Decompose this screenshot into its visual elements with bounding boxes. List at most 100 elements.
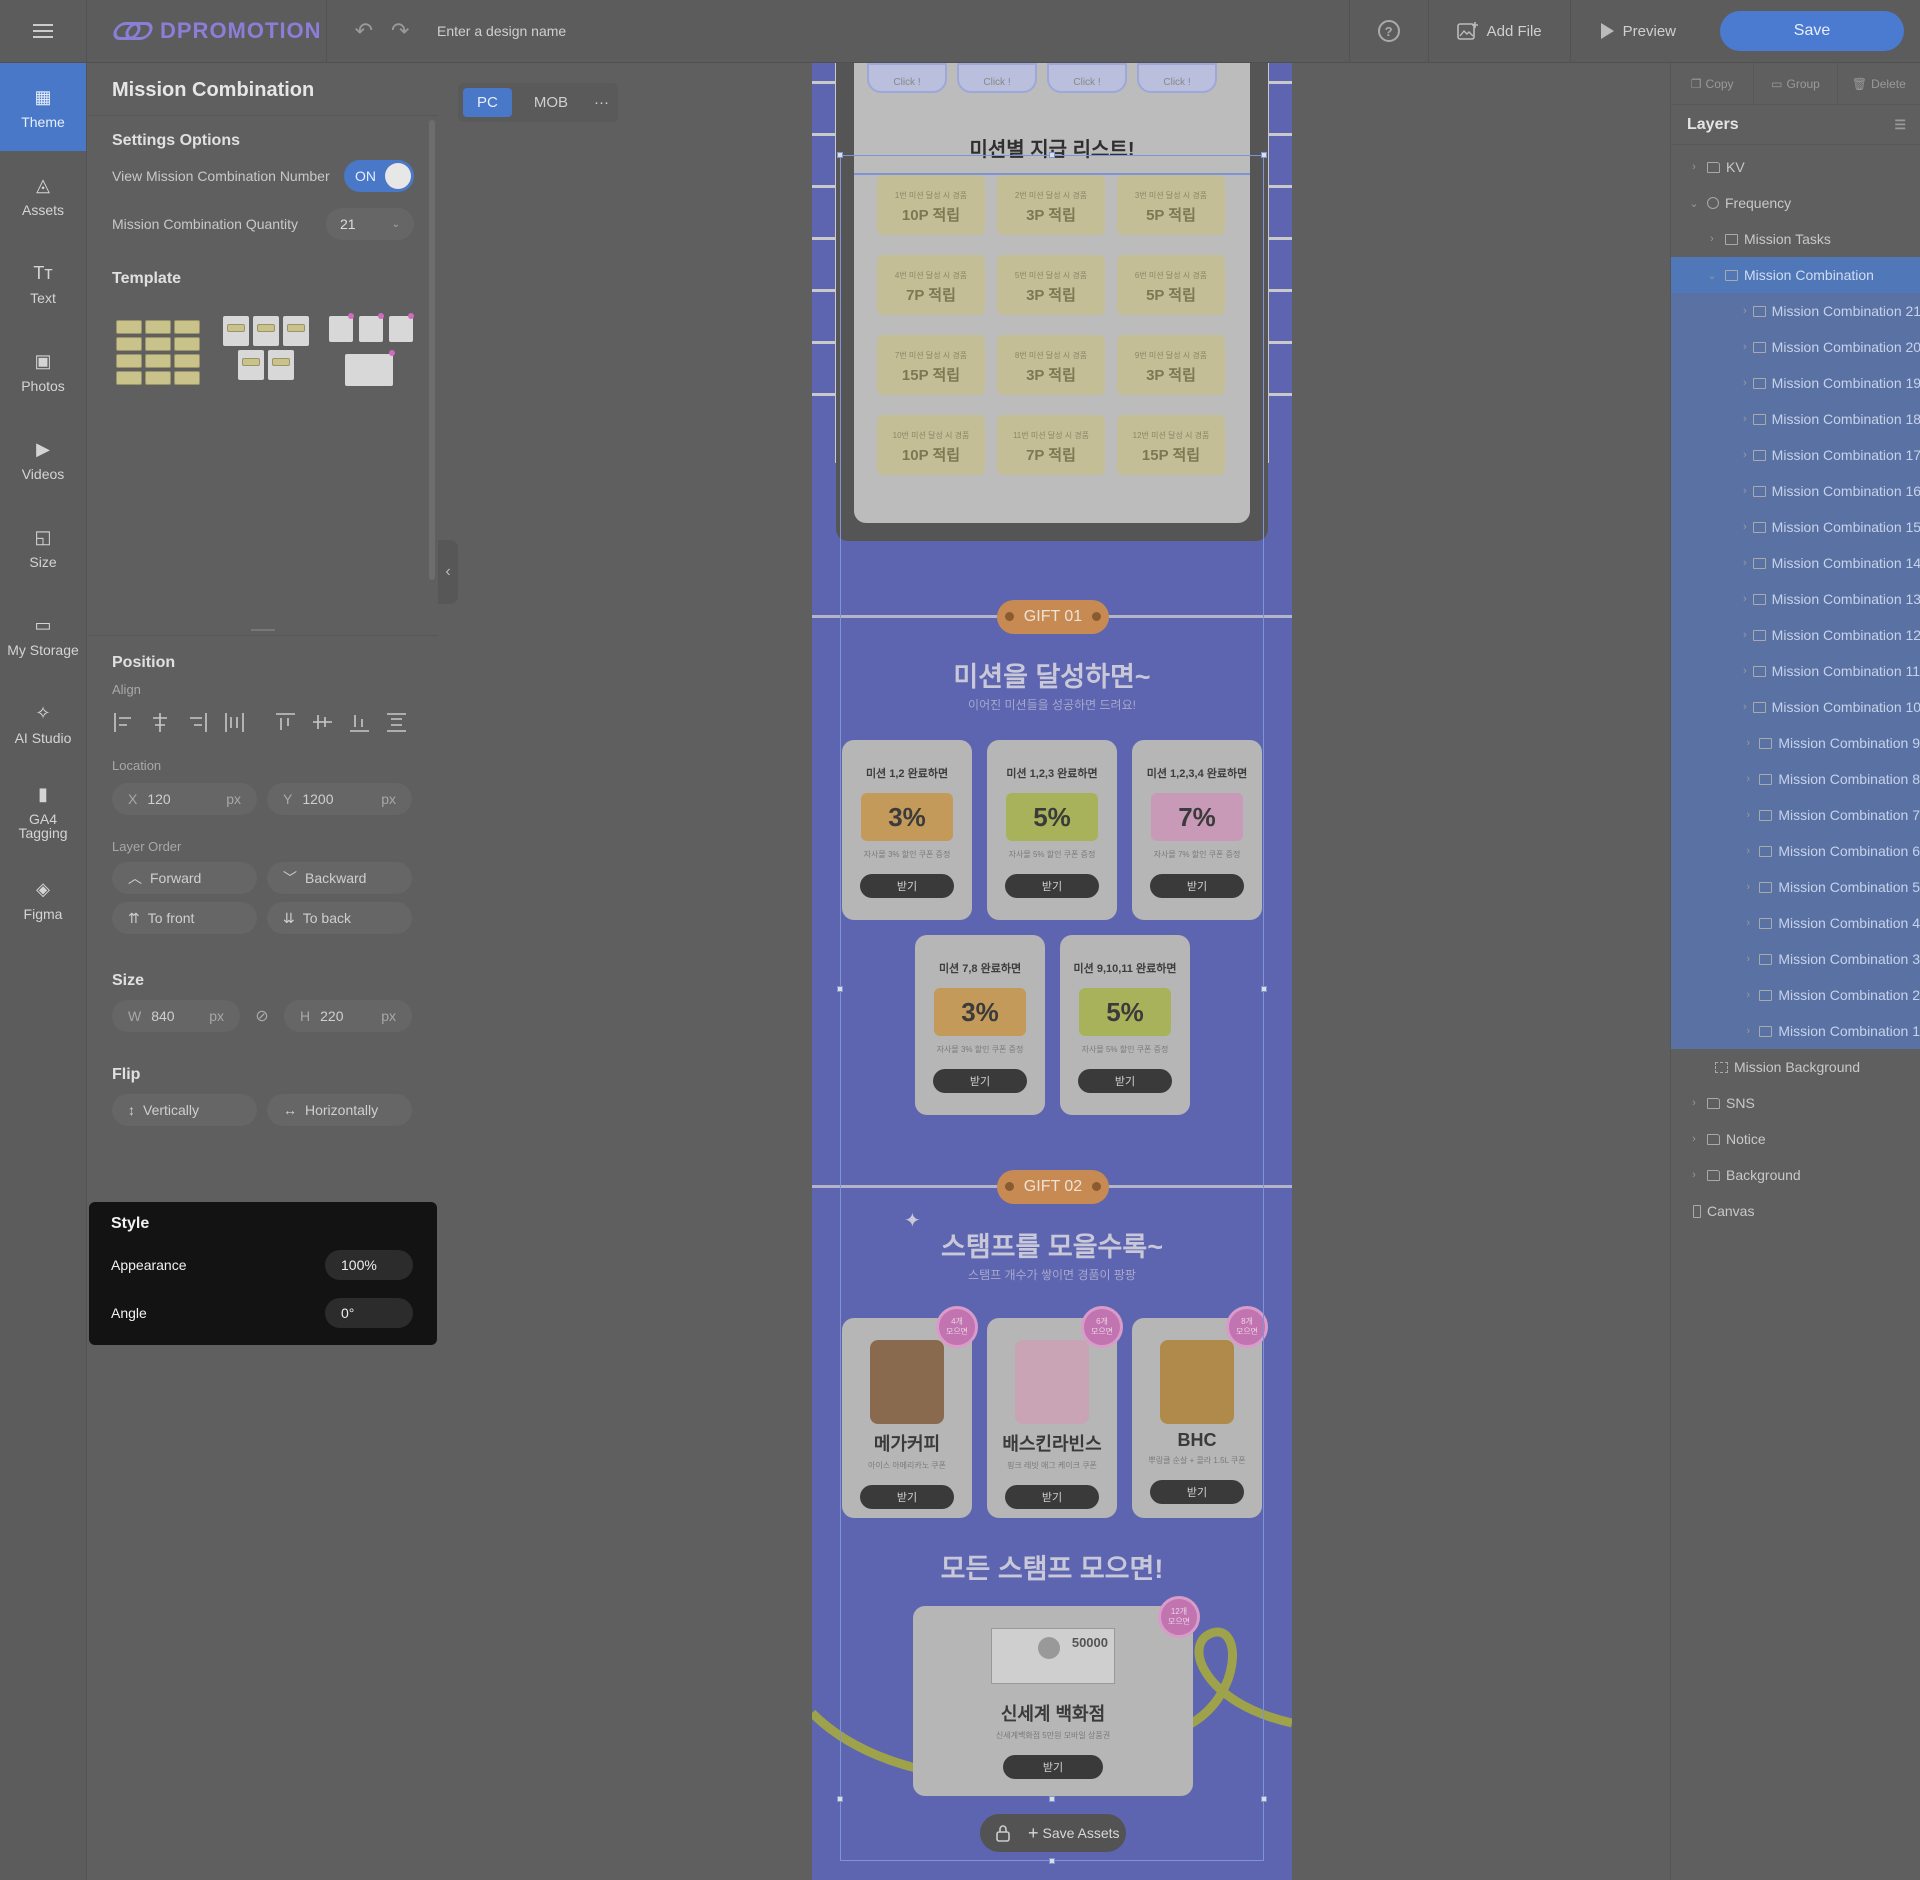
chevron-icon[interactable]: ⌄ bbox=[1705, 269, 1719, 282]
nav-text[interactable]: Tт Text bbox=[0, 239, 86, 327]
chevron-icon[interactable]: › bbox=[1743, 953, 1753, 965]
to-front-button[interactable]: ⇈ To front bbox=[112, 902, 257, 934]
preview-button[interactable]: Preview bbox=[1569, 0, 1704, 63]
selection-handle[interactable] bbox=[837, 1796, 843, 1802]
selection-handle[interactable] bbox=[1049, 1796, 1055, 1802]
save-assets-button[interactable]: + Save Assets bbox=[980, 1814, 1126, 1852]
quantity-select[interactable]: 21 ⌄ bbox=[326, 208, 414, 240]
chevron-icon[interactable]: › bbox=[1705, 233, 1719, 245]
align-bottom-icon[interactable] bbox=[348, 711, 371, 734]
undo-icon[interactable]: ↶ bbox=[355, 18, 373, 44]
chevron-icon[interactable]: › bbox=[1743, 521, 1747, 533]
chevron-icon[interactable]: › bbox=[1743, 845, 1753, 857]
layer-item[interactable]: › Background bbox=[1671, 1157, 1920, 1193]
layer-item[interactable]: › Mission Combination 19 bbox=[1671, 365, 1920, 401]
layer-item[interactable]: › Mission Combination 20 bbox=[1671, 329, 1920, 365]
selection-handle[interactable] bbox=[837, 986, 843, 992]
chevron-icon[interactable]: › bbox=[1743, 593, 1747, 605]
selection-handle[interactable] bbox=[1261, 1796, 1267, 1802]
template-prize-thumbnail[interactable] bbox=[325, 306, 415, 398]
view-number-toggle[interactable]: ON bbox=[344, 160, 414, 192]
layer-item[interactable]: › Mission Combination 11 bbox=[1671, 653, 1920, 689]
layer-item[interactable]: ⌄ Frequency bbox=[1671, 185, 1920, 221]
chevron-icon[interactable]: › bbox=[1687, 1133, 1701, 1145]
x-input[interactable]: X 120 px bbox=[112, 783, 257, 815]
layer-item[interactable]: › Mission Combination 10 bbox=[1671, 689, 1920, 725]
nav-size[interactable]: ◱ Size bbox=[0, 503, 86, 591]
chevron-icon[interactable]: › bbox=[1687, 1169, 1701, 1181]
layer-item[interactable]: › Mission Combination 15 bbox=[1671, 509, 1920, 545]
chevron-icon[interactable]: › bbox=[1743, 917, 1753, 929]
height-input[interactable]: H 220 px bbox=[284, 1000, 412, 1032]
unlink-icon[interactable]: ⊘ bbox=[250, 1006, 274, 1026]
nav-photos[interactable]: ▣ Photos bbox=[0, 327, 86, 415]
chevron-icon[interactable]: › bbox=[1743, 557, 1747, 569]
layer-item[interactable]: › Mission Combination 1 bbox=[1671, 1013, 1920, 1049]
design-page[interactable]: Click ! Click ! Click ! Click ! 미션별 지급 리스트!… bbox=[812, 63, 1292, 1880]
nav-videos[interactable]: ▶ Videos bbox=[0, 415, 86, 503]
chevron-icon[interactable]: › bbox=[1743, 485, 1747, 497]
chevron-icon[interactable]: › bbox=[1743, 1025, 1753, 1037]
layer-item[interactable]: › Mission Combination 2 bbox=[1671, 977, 1920, 1013]
layer-item[interactable]: › Mission Combination 4 bbox=[1671, 905, 1920, 941]
chevron-icon[interactable]: › bbox=[1743, 449, 1747, 461]
layer-item[interactable]: › Mission Combination 3 bbox=[1671, 941, 1920, 977]
layer-item[interactable]: › Mission Combination 14 bbox=[1671, 545, 1920, 581]
align-center-h-icon[interactable] bbox=[149, 711, 172, 734]
align-top-icon[interactable] bbox=[274, 711, 297, 734]
chevron-icon[interactable]: › bbox=[1687, 1097, 1701, 1109]
chevron-icon[interactable]: › bbox=[1743, 377, 1747, 389]
redo-icon[interactable]: ↷ bbox=[391, 18, 409, 44]
appearance-input[interactable]: 100% bbox=[325, 1250, 413, 1280]
layer-item[interactable]: Mission Background bbox=[1671, 1049, 1920, 1085]
layer-item[interactable]: › Notice bbox=[1671, 1121, 1920, 1157]
group-button[interactable]: ▭ Group bbox=[1754, 62, 1838, 105]
flip-vertical-button[interactable]: ↕ Vertically bbox=[112, 1094, 257, 1126]
layer-item[interactable]: › Mission Combination 17 bbox=[1671, 437, 1920, 473]
align-center-v-icon[interactable] bbox=[311, 711, 334, 734]
help-button[interactable]: ? bbox=[1348, 0, 1428, 63]
layer-item[interactable]: › Mission Combination 8 bbox=[1671, 761, 1920, 797]
layer-item[interactable]: › Mission Combination 18 bbox=[1671, 401, 1920, 437]
layer-item[interactable]: ⌄ Mission Combination bbox=[1671, 257, 1920, 293]
delete-button[interactable]: 🗑 Delete bbox=[1838, 63, 1920, 105]
backward-button[interactable]: ﹀ Backward bbox=[267, 862, 412, 894]
selection-handle[interactable] bbox=[1049, 1858, 1055, 1864]
nav-assets[interactable]: ◬ Assets bbox=[0, 151, 86, 239]
selection-handle[interactable] bbox=[837, 152, 843, 158]
panel-scrollbar[interactable] bbox=[429, 120, 435, 580]
template-grid-thumbnail[interactable] bbox=[112, 306, 201, 398]
chevron-icon[interactable]: › bbox=[1743, 881, 1753, 893]
layer-item[interactable]: › Mission Combination 13 bbox=[1671, 581, 1920, 617]
width-input[interactable]: W 840 px bbox=[112, 1000, 240, 1032]
y-input[interactable]: Y 1200 px bbox=[267, 783, 412, 815]
template-coupon-thumbnail[interactable] bbox=[219, 306, 309, 398]
add-file-button[interactable]: Add File bbox=[1427, 0, 1570, 63]
chevron-icon[interactable]: › bbox=[1743, 809, 1753, 821]
chevron-icon[interactable]: › bbox=[1743, 305, 1747, 317]
chevron-icon[interactable]: › bbox=[1743, 737, 1753, 749]
layer-item[interactable]: › Mission Combination 12 bbox=[1671, 617, 1920, 653]
selection-handle[interactable] bbox=[1261, 986, 1267, 992]
layer-item[interactable]: › Mission Combination 5 bbox=[1671, 869, 1920, 905]
more-icon[interactable]: ··· bbox=[590, 88, 613, 117]
save-button[interactable]: Save bbox=[1720, 11, 1904, 51]
copy-button[interactable]: ❐ Copy bbox=[1671, 62, 1755, 105]
tab-pc[interactable]: PC bbox=[463, 88, 512, 117]
forward-button[interactable]: ︿ Forward bbox=[112, 862, 257, 894]
layer-item[interactable]: › KV bbox=[1671, 149, 1920, 185]
layer-item[interactable]: › Mission Combination 16 bbox=[1671, 473, 1920, 509]
layer-item[interactable]: › Mission Combination 7 bbox=[1671, 797, 1920, 833]
collapse-all-icon[interactable]: ☰ bbox=[1894, 117, 1906, 133]
panel-resize-handle[interactable] bbox=[251, 629, 275, 631]
chevron-icon[interactable]: › bbox=[1743, 629, 1747, 641]
nav-theme[interactable]: ▦ Theme bbox=[0, 63, 86, 151]
nav-ga4-tagging[interactable]: ▮ GA4 Tagging bbox=[0, 767, 86, 855]
nav-my-storage[interactable]: ▭ My Storage bbox=[0, 591, 86, 679]
nav-ai-studio[interactable]: ✧ AI Studio bbox=[0, 679, 86, 767]
layer-item[interactable]: Canvas bbox=[1671, 1193, 1920, 1229]
layer-item[interactable]: › SNS bbox=[1671, 1085, 1920, 1121]
flip-horizontal-button[interactable]: ↔ Horizontally bbox=[267, 1094, 412, 1126]
chevron-icon[interactable]: ⌄ bbox=[1687, 197, 1701, 210]
chevron-icon[interactable]: › bbox=[1743, 665, 1747, 677]
